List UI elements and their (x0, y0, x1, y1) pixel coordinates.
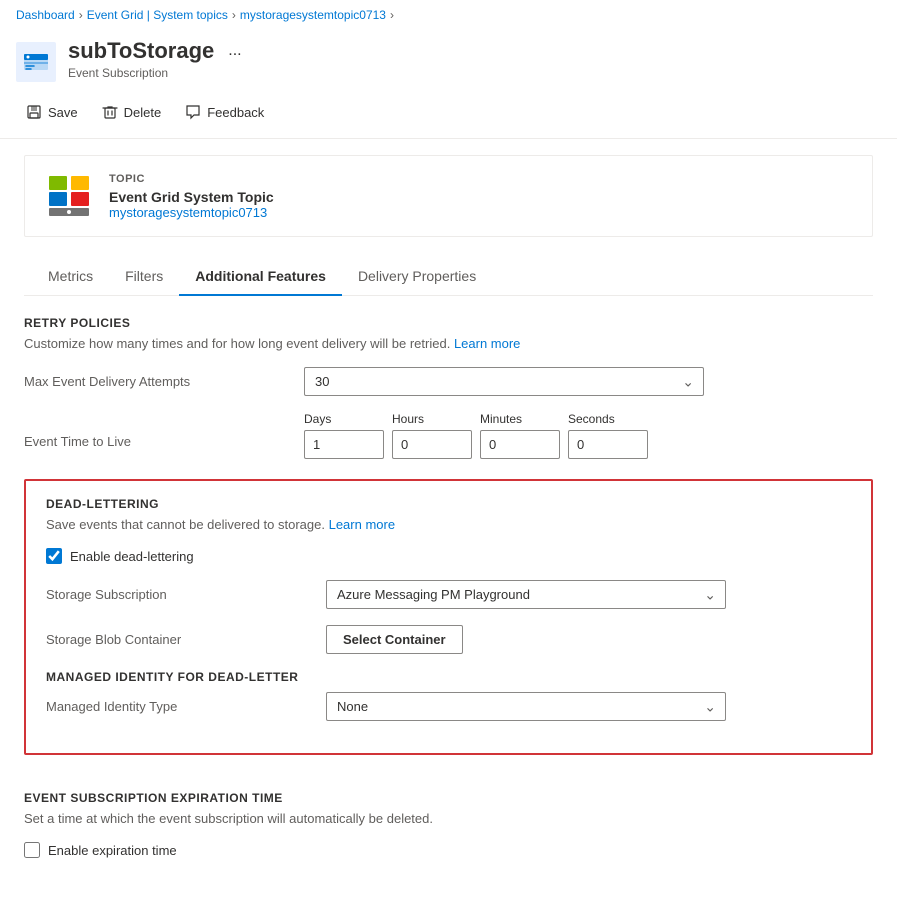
retry-learn-more-link[interactable]: Learn more (454, 336, 520, 351)
storage-subscription-dropdown[interactable]: Azure Messaging PM Playground (326, 580, 726, 609)
managed-identity-type-label: Managed Identity Type (46, 699, 326, 714)
topic-label: TOPIC (109, 173, 274, 185)
max-attempts-control: 30 (304, 367, 704, 396)
managed-identity-select[interactable]: None System Assigned User Assigned (326, 692, 726, 721)
storage-blob-container-label: Storage Blob Container (46, 632, 326, 647)
page-header: subToStorage ... Event Subscription (0, 30, 897, 94)
max-attempts-select[interactable]: 30 (304, 367, 704, 396)
managed-identity-section-title: MANAGED IDENTITY FOR DEAD-LETTER (46, 670, 851, 684)
dead-letter-learn-more-link[interactable]: Learn more (329, 517, 395, 532)
enable-expiry-label[interactable]: Enable expiration time (48, 843, 177, 858)
max-attempts-label: Max Event Delivery Attempts (24, 374, 304, 389)
tab-additional-features[interactable]: Additional Features (179, 258, 342, 296)
minutes-input[interactable] (480, 430, 560, 459)
storage-subscription-label: Storage Subscription (46, 587, 326, 602)
max-attempts-dropdown[interactable]: 30 (304, 367, 704, 396)
minutes-field: Minutes (480, 412, 560, 459)
breadcrumb-dashboard[interactable]: Dashboard (16, 8, 75, 22)
page-title-area: subToStorage ... Event Subscription (68, 38, 881, 80)
toolbar: Save Delete Feedback (0, 94, 897, 139)
more-options-button[interactable]: ... (222, 40, 247, 62)
expiry-section: EVENT SUBSCRIPTION EXPIRATION TIME Set a… (24, 775, 873, 890)
page-subtitle: Event Subscription (68, 66, 881, 80)
tab-filters[interactable]: Filters (109, 258, 179, 296)
days-input[interactable] (304, 430, 384, 459)
minutes-label: Minutes (480, 412, 560, 426)
retry-policies-title: RETRY POLICIES (24, 316, 873, 330)
managed-identity-dropdown[interactable]: None System Assigned User Assigned (326, 692, 726, 721)
storage-blob-container-row: Storage Blob Container Select Container (46, 625, 851, 654)
storage-subscription-select[interactable]: Azure Messaging PM Playground (326, 580, 726, 609)
dead-lettering-title: DEAD-LETTERING (46, 497, 851, 511)
delete-icon (102, 104, 118, 120)
topic-card: TOPIC Event Grid System Topic mystorages… (24, 155, 873, 237)
time-fields: Days Hours Minutes Seconds (304, 412, 648, 459)
dead-lettering-desc: Save events that cannot be delivered to … (46, 517, 851, 532)
hours-input[interactable] (392, 430, 472, 459)
breadcrumb-topic[interactable]: mystoragesystemtopic0713 (240, 8, 386, 22)
tabs: Metrics Filters Additional Features Deli… (24, 257, 873, 296)
enable-dead-lettering-checkbox[interactable] (46, 548, 62, 564)
page-icon (16, 42, 56, 82)
delete-button[interactable]: Delete (92, 98, 172, 126)
days-field: Days (304, 412, 384, 459)
expiry-desc: Set a time at which the event subscripti… (24, 811, 873, 826)
save-icon (26, 104, 42, 120)
tab-metrics[interactable]: Metrics (32, 258, 109, 296)
enable-dead-lettering-label[interactable]: Enable dead-lettering (70, 549, 194, 564)
save-button[interactable]: Save (16, 98, 88, 126)
feedback-icon (185, 104, 201, 120)
seconds-label: Seconds (568, 412, 648, 426)
enable-expiry-row: Enable expiration time (24, 842, 873, 858)
main-content: TOPIC Event Grid System Topic mystorages… (0, 139, 897, 906)
enable-expiry-checkbox[interactable] (24, 842, 40, 858)
days-label: Days (304, 412, 384, 426)
retry-policies-section: RETRY POLICIES Customize how many times … (24, 316, 873, 459)
breadcrumb-event-grid[interactable]: Event Grid | System topics (87, 8, 228, 22)
max-attempts-row: Max Event Delivery Attempts 30 (24, 367, 873, 396)
storage-subscription-row: Storage Subscription Azure Messaging PM … (46, 580, 851, 609)
feedback-button[interactable]: Feedback (175, 98, 274, 126)
topic-name: Event Grid System Topic (109, 189, 274, 205)
enable-dead-lettering-row: Enable dead-lettering (46, 548, 851, 564)
retry-policies-desc: Customize how many times and for how lon… (24, 336, 873, 351)
subscription-icon (22, 48, 50, 76)
breadcrumb: Dashboard › Event Grid | System topics ›… (0, 0, 897, 30)
event-ttl-label: Event Time to Live (24, 412, 304, 449)
tab-delivery-properties[interactable]: Delivery Properties (342, 258, 492, 296)
topic-link[interactable]: mystoragesystemtopic0713 (109, 205, 267, 220)
dead-lettering-section: DEAD-LETTERING Save events that cannot b… (24, 479, 873, 755)
event-ttl-row: Event Time to Live Days Hours Minutes Se… (24, 412, 873, 459)
hours-label: Hours (392, 412, 472, 426)
topic-info: TOPIC Event Grid System Topic mystorages… (109, 173, 274, 220)
hours-field: Hours (392, 412, 472, 459)
expiry-title: EVENT SUBSCRIPTION EXPIRATION TIME (24, 791, 873, 805)
seconds-field: Seconds (568, 412, 648, 459)
select-container-button[interactable]: Select Container (326, 625, 463, 654)
topic-icon (45, 172, 93, 220)
page-title: subToStorage ... (68, 38, 881, 64)
managed-identity-type-row: Managed Identity Type None System Assign… (46, 692, 851, 721)
seconds-input[interactable] (568, 430, 648, 459)
